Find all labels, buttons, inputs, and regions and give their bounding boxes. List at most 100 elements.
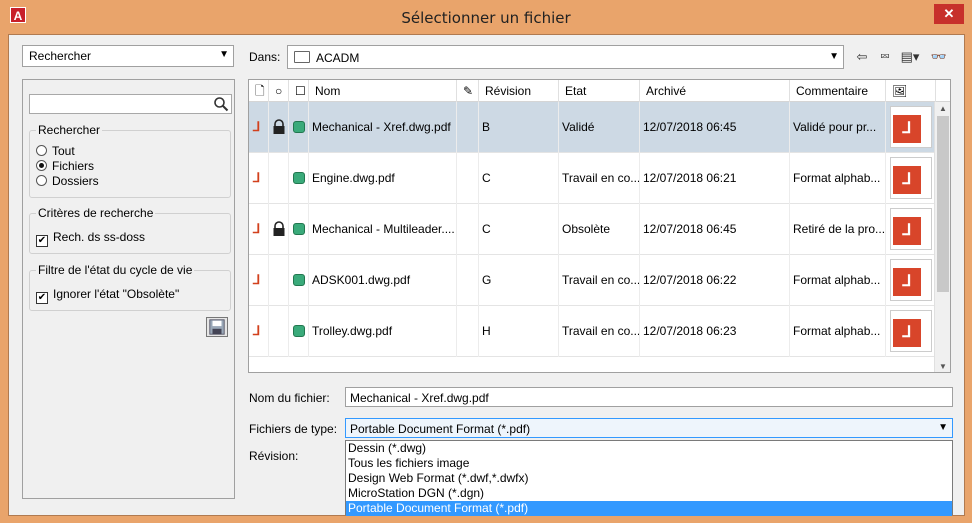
filetype-label: Fichiers de type: [249,422,338,436]
radio-label: Fichiers [52,159,95,173]
pdf-thumbnail-icon: ⅃ [890,259,932,301]
radio-indicator [36,175,47,186]
check-icon: ✔ [36,292,48,304]
cell-name: Trolley.dwg.pdf [309,306,457,357]
filetype-value: Portable Document Format (*.pdf) [350,422,531,436]
cell-name: ADSK001.dwg.pdf [309,255,457,306]
column-archived[interactable]: Archivé [640,80,790,102]
title-bar: A Sélectionner un fichier ✕ [0,0,972,34]
location-value: ACADM [316,51,360,65]
filetype-option[interactable]: Tous les fichiers image [346,456,952,471]
binoculars-icon[interactable]: 👓 [929,47,949,67]
search-mode-value: Rechercher [29,49,92,63]
table-row[interactable]: ⅃ Mechanical - Multileader.... C Obsolète 12… [249,204,935,255]
table-row[interactable]: ⅃ Engine.dwg.pdf C Travail en co... 12/07/20… [249,153,935,204]
radio-indicator [36,145,47,156]
window-title: Sélectionner un fichier [401,9,571,27]
column-state[interactable]: Etat [559,80,640,102]
cell-comment: Format alphab... [790,306,886,357]
cell-name: Mechanical - Multileader.... [309,204,457,255]
cell-comment: Format alphab... [790,255,886,306]
pdf-icon: ⅃ [253,119,261,134]
pdf-icon: ⅃ [253,221,261,236]
cell-revision: B [479,102,559,153]
criteria-title: Critères de recherche [36,206,156,220]
file-list[interactable]: 🗋 ○ ☐ Nom ✎ Révision Etat Archivé Commen… [248,79,951,373]
up-folder-icon[interactable]: ⮹ [875,47,895,67]
pdf-icon: ⅃ [253,323,261,338]
chevron-down-icon: ▼ [829,51,839,62]
pdf-thumbnail-icon: ⅃ [890,106,932,148]
subfolder-checkbox[interactable]: ✔ Rech. ds ss-doss [36,230,146,247]
cell-revision: C [479,204,559,255]
filename-input[interactable]: Mechanical - Xref.dwg.pdf [345,387,953,407]
search-scope-title: Rechercher [36,123,103,137]
cell-archived: 12/07/2018 06:23 [640,306,790,357]
status-icon [293,274,305,286]
filetype-combo[interactable]: Portable Document Format (*.pdf) ▼ [345,418,953,438]
filename-label: Nom du fichier: [249,391,330,405]
scroll-thumb[interactable] [937,116,949,292]
scroll-down-icon[interactable]: ▼ [935,360,950,372]
cell-comment: Validé pour pr... [790,102,886,153]
cell-revision: G [479,255,559,306]
edit-pencil-icon: ✎ [457,80,479,102]
checkbox-label: Rech. ds ss-doss [53,230,146,244]
cell-comment: Retiré de la pro... [790,204,886,255]
lifecycle-title: Filtre de l'état du cycle de vie [36,263,195,277]
cell-revision: C [479,153,559,204]
status-icon [293,121,305,133]
table-row[interactable]: ⅃ Trolley.dwg.pdf H Travail en co... 12/07/2… [249,306,935,357]
radio-dossiers[interactable]: Dossiers [36,174,99,188]
column-lock-icon[interactable]: ○ [269,80,289,102]
filetype-option[interactable]: Design Web Format (*.dwf,*.dwfx) [346,471,952,486]
cell-state: Travail en co... [559,255,640,306]
radio-tout[interactable]: Tout [36,144,75,158]
cell-comment: Format alphab... [790,153,886,204]
cell-name: Mechanical - Xref.dwg.pdf [309,102,457,153]
column-status-icon[interactable]: ☐ [289,80,309,102]
location-label: Dans: [249,50,281,64]
filetype-dropdown: Dessin (*.dwg) Tous les fichiers image D… [345,440,953,516]
views-menu-icon[interactable]: ▤▾ [898,47,922,67]
table-row[interactable]: ⅃ Mechanical - Xref.dwg.pdf B Validé 12/07/2… [249,102,935,153]
status-icon [293,223,305,235]
list-header: 🗋 ○ ☐ Nom ✎ Révision Etat Archivé Commen… [249,80,950,102]
search-icon[interactable] [213,96,229,112]
lock-icon [273,221,285,236]
search-mode-combo[interactable]: Rechercher ▼ [22,45,234,67]
cell-state: Travail en co... [559,306,640,357]
column-thumbnail-icon[interactable]: 🖼 [886,80,936,102]
cell-archived: 12/07/2018 06:22 [640,255,790,306]
status-icon [293,325,305,337]
pdf-icon: ⅃ [253,272,261,287]
pdf-thumbnail-icon: ⅃ [890,157,932,199]
vertical-scrollbar[interactable]: ▲ ▼ [934,102,950,372]
file-dialog: A Sélectionner un fichier ✕ Rechercher ▼… [0,0,972,523]
filetype-option[interactable]: MicroStation DGN (*.dgn) [346,486,952,501]
chevron-down-icon: ▼ [938,422,948,433]
search-input[interactable] [29,94,232,114]
column-comment[interactable]: Commentaire [790,80,886,102]
scroll-up-icon[interactable]: ▲ [935,102,950,116]
filetype-option[interactable]: Dessin (*.dwg) [346,441,952,456]
location-combo[interactable]: ACADM ▼ [287,45,844,69]
filetype-option-selected[interactable]: Portable Document Format (*.pdf) [346,501,952,516]
close-button[interactable]: ✕ [934,4,964,24]
save-icon[interactable] [206,317,228,337]
radio-fichiers[interactable]: Fichiers [36,159,94,173]
folder-icon [294,51,310,63]
table-row[interactable]: ⅃ ADSK001.dwg.pdf G Travail en co... 12/07/2… [249,255,935,306]
pdf-thumbnail-icon: ⅃ [890,310,932,352]
back-arrow-icon[interactable]: ⇦ [852,47,872,67]
check-icon: ✔ [36,235,48,247]
column-file-icon[interactable]: 🗋 [249,80,269,102]
ignore-obsolete-checkbox[interactable]: ✔ Ignorer l'état "Obsolète" [36,287,179,304]
column-name[interactable]: Nom [309,80,457,102]
radio-label: Tout [52,144,75,158]
cell-state: Obsolète [559,204,640,255]
cell-archived: 12/07/2018 06:21 [640,153,790,204]
column-revision[interactable]: Révision [479,80,559,102]
criteria-group: Critères de recherche ✔ Rech. ds ss-doss [29,206,231,254]
dialog-body: Rechercher ▼ Rechercher Tout Fichiers Do… [8,34,965,516]
